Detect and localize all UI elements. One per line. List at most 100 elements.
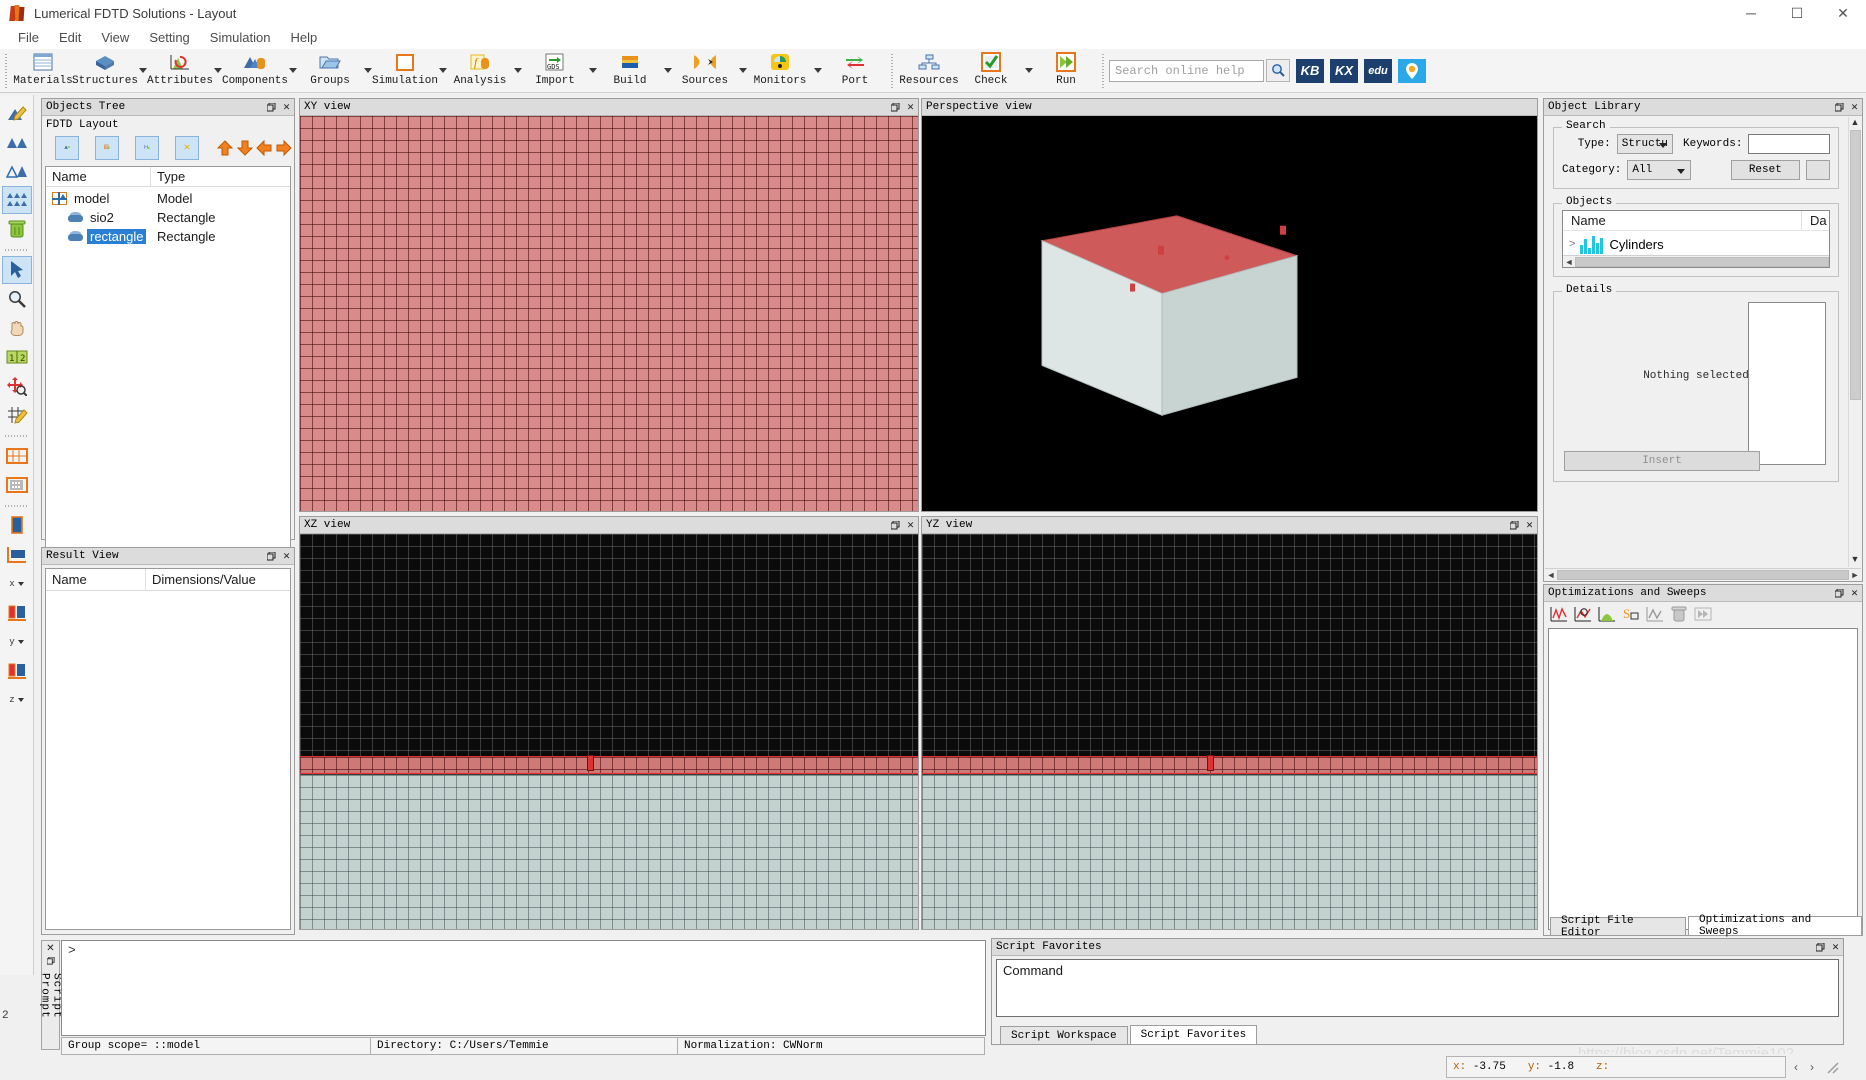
script-favorites-restore-icon[interactable] [1813, 940, 1828, 955]
view-xz-icon[interactable] [2, 657, 32, 685]
kx-button[interactable]: KX [1330, 58, 1358, 83]
viewport-perspective[interactable]: Perspective view [921, 98, 1538, 512]
group-objects-icon[interactable] [175, 136, 199, 160]
tree-item-rectangle[interactable]: rectangle [87, 229, 147, 244]
view-perspective-icon[interactable] [2, 512, 32, 540]
view-plot-icon[interactable] [1644, 604, 1666, 624]
viewport-yz[interactable]: YZ view ✕ [921, 516, 1538, 930]
minimize-button[interactable]: ─ [1728, 0, 1774, 26]
object-library-vscrollbar[interactable]: ▲ ▼ [1848, 117, 1861, 567]
view-z-axis-button[interactable]: z [2, 686, 32, 714]
optimizations-restore-icon[interactable] [1832, 586, 1847, 601]
vscroll-down-arrow[interactable]: ▼ [1851, 554, 1860, 567]
add-mc-analysis-icon[interactable] [1596, 604, 1618, 624]
optimizations-list[interactable] [1548, 628, 1858, 930]
toolbar-check[interactable]: Check [960, 49, 1022, 92]
check-dropdown-caret[interactable] [1022, 49, 1035, 92]
add-mesh-icon[interactable] [95, 136, 119, 160]
yz-selection-handle[interactable] [1207, 755, 1214, 771]
menu-file[interactable]: File [8, 28, 49, 47]
add-dimension-icon[interactable] [135, 136, 159, 160]
table-row[interactable]: model Model [46, 189, 290, 208]
toolbar-monitors[interactable]: Monitors [749, 49, 811, 92]
script-prompt-close-icon[interactable]: ✕ [46, 943, 54, 954]
hscroll-left-arrow[interactable]: ◄ [1563, 257, 1575, 267]
move-left-icon[interactable] [255, 136, 275, 160]
list-item[interactable]: > Cylinders [1563, 231, 1829, 257]
components-dropdown-caret[interactable] [286, 49, 299, 92]
menu-view[interactable]: View [91, 28, 139, 47]
objects-tree-close-icon[interactable]: ✕ [279, 100, 294, 115]
table-row[interactable]: sio2 Rectangle [46, 208, 290, 227]
panel-hscroll-thumb[interactable] [1557, 569, 1849, 580]
viewport-xz-close-icon[interactable]: ✕ [903, 518, 918, 533]
run-sweep-icon[interactable] [1692, 604, 1714, 624]
measure-ruler-icon[interactable]: 12 [2, 343, 32, 371]
object-library-bottom-hscrollbar[interactable]: ◄ ► [1545, 568, 1861, 580]
viewport-xy-restore-icon[interactable] [888, 100, 903, 115]
toolbar-simulation[interactable]: Simulation [372, 49, 438, 92]
menu-help[interactable]: Help [281, 28, 328, 47]
mesh-grid-icon[interactable] [2, 442, 32, 470]
script-favorites-list[interactable]: Command [996, 959, 1839, 1017]
edit-grid-icon[interactable] [2, 401, 32, 429]
object-library-item-cylinders[interactable]: Cylinders [1609, 237, 1663, 252]
panel-hscroll-right-arrow[interactable]: ► [1849, 570, 1861, 580]
tab-script-workspace[interactable]: Script Workspace [1000, 1026, 1128, 1044]
viewport-yz-close-icon[interactable]: ✕ [1522, 518, 1537, 533]
delete-trash-icon[interactable] [1668, 604, 1690, 624]
toolbar-analysis[interactable]: f Analysis [449, 49, 511, 92]
viewport-xy[interactable]: XY view ✕ [299, 98, 919, 512]
objects-tree-list[interactable]: Name Type model Model sio2 Rectangle rec… [45, 166, 291, 550]
object-library-restore-icon[interactable] [1832, 100, 1847, 115]
toolbar-sources[interactable]: Sources [674, 49, 736, 92]
panel-hscroll-left-arrow[interactable]: ◄ [1545, 570, 1557, 580]
simulation-dropdown-caret[interactable] [436, 49, 449, 92]
toolbar-run[interactable]: Run [1035, 49, 1097, 92]
menu-setting[interactable]: Setting [139, 28, 199, 47]
reset-button[interactable]: Reset [1730, 160, 1800, 180]
close-button[interactable]: ✕ [1820, 0, 1866, 26]
xz-selection-handle[interactable] [587, 755, 594, 771]
coordinate-next-button[interactable]: › [1810, 1060, 1814, 1074]
view-x-axis-button[interactable]: x [2, 570, 32, 598]
add-sweep-icon[interactable] [1548, 604, 1570, 624]
script-prompt-side-tab[interactable]: ✕ Script Prompt [39, 940, 63, 1050]
viewport-xz-canvas[interactable] [300, 534, 918, 929]
edit-object-icon[interactable] [2, 99, 32, 127]
search-input[interactable]: Search online help [1109, 59, 1264, 82]
move-resize-icon[interactable] [2, 372, 32, 400]
search-go-button[interactable] [1805, 160, 1830, 180]
resize-grip-icon[interactable] [1822, 1057, 1842, 1077]
toolbar-grip-3[interactable] [1100, 51, 1107, 91]
menu-simulation[interactable]: Simulation [200, 28, 281, 47]
toolbar-grip[interactable] [3, 51, 10, 91]
category-select[interactable]: All [1627, 160, 1691, 180]
tree-item-sio2[interactable]: sio2 [87, 210, 117, 225]
vscroll-thumb[interactable] [1849, 130, 1861, 400]
add-optimization-icon[interactable] [1572, 604, 1594, 624]
view-yz-icon[interactable] [2, 599, 32, 627]
sources-dropdown-caret[interactable] [736, 49, 749, 92]
viewport-perspective-canvas[interactable] [922, 116, 1537, 511]
mesh-calc-icon[interactable] [2, 471, 32, 499]
build-dropdown-caret[interactable] [661, 49, 674, 92]
edit-sweep-icon[interactable]: S [1620, 604, 1642, 624]
toolbar-materials[interactable]: Materials [12, 49, 74, 92]
move-down-icon[interactable] [235, 136, 255, 160]
edu-button[interactable]: edu [1364, 58, 1392, 83]
pointer-select-icon[interactable] [1, 256, 32, 284]
toolbar-resources[interactable]: Resources [898, 49, 960, 92]
tab-optimizations-and-sweeps[interactable]: Optimizations and Sweeps [1688, 914, 1862, 938]
search-icon[interactable] [1266, 59, 1290, 82]
keywords-input[interactable] [1748, 134, 1830, 154]
move-right-icon[interactable] [274, 136, 294, 160]
table-row[interactable]: rectangle Rectangle [46, 227, 290, 246]
outline-object-icon[interactable] [2, 157, 32, 185]
delete-trash-icon[interactable] [2, 215, 32, 243]
pan-hand-icon[interactable] [2, 314, 32, 342]
toolbar-import[interactable]: GDS Import [524, 49, 586, 92]
toolbar-groups[interactable]: Groups [299, 49, 361, 92]
tree-item-model[interactable]: model [71, 191, 112, 206]
object-library-hscrollbar[interactable]: ◄ [1563, 255, 1829, 267]
